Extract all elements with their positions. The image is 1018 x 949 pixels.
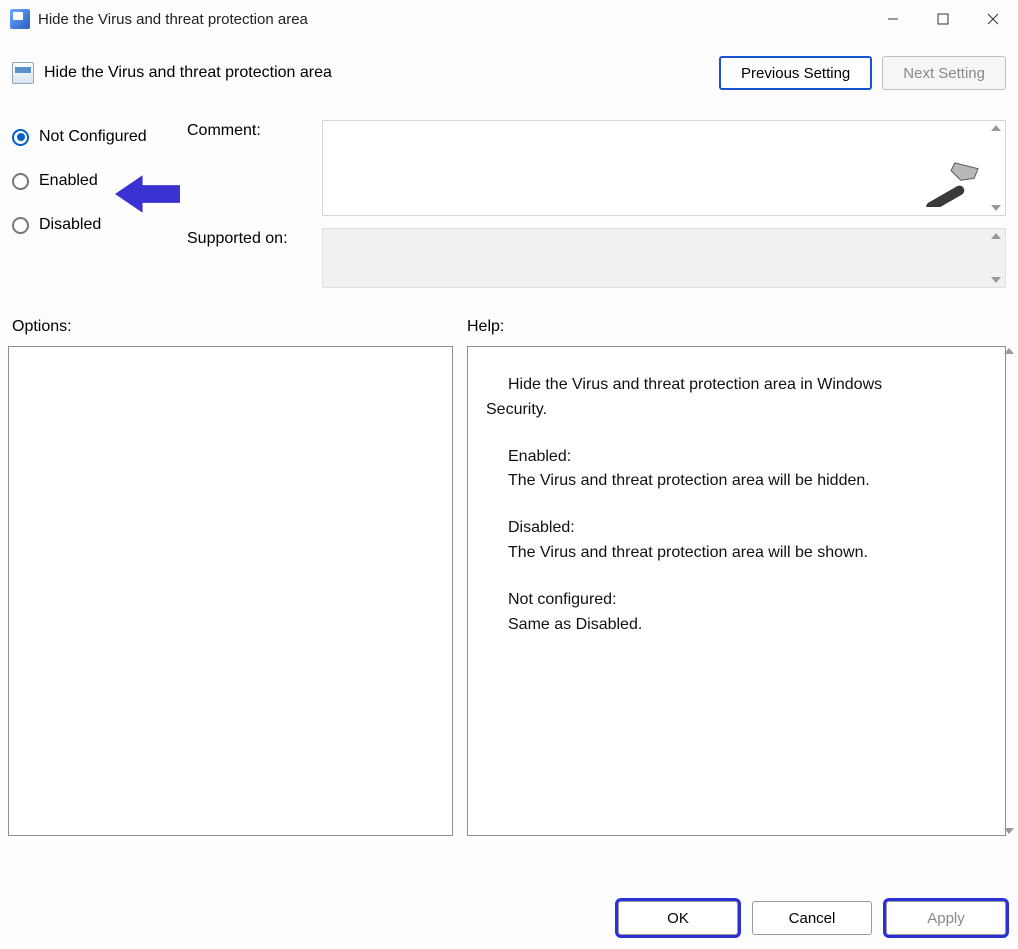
panels-row: Hide the Virus and threat protection are… [0, 342, 1018, 887]
comment-label: Comment: [187, 120, 322, 140]
scroll-up-icon [991, 125, 1001, 131]
help-text: Same as Disabled. [486, 613, 977, 638]
help-scrollbar[interactable] [1000, 346, 1018, 836]
help-text: The Virus and threat protection area wil… [486, 469, 977, 494]
hammer-icon [922, 159, 980, 209]
setting-icon [12, 62, 34, 84]
help-enabled: Enabled: The Virus and threat protection… [486, 445, 977, 495]
state-radio-group: Not Configured Enabled Disabled [12, 120, 187, 300]
policy-icon [10, 9, 30, 29]
help-text: Disabled: [486, 516, 977, 541]
radio-dot-icon [12, 173, 29, 190]
help-text: The Virus and threat protection area wil… [486, 541, 977, 566]
scroll-down-icon [991, 277, 1001, 283]
next-setting-button[interactable]: Next Setting [882, 56, 1006, 90]
help-text: Hide the Virus and threat protection are… [486, 373, 977, 398]
supported-on-box [322, 228, 1006, 288]
options-label: Options: [12, 318, 467, 336]
radio-dot-icon [12, 129, 29, 146]
radio-label: Enabled [39, 172, 98, 190]
maximize-button[interactable] [918, 0, 968, 38]
content-area: Hide the Virus and threat protection are… [0, 38, 1018, 949]
comment-scroll[interactable] [987, 121, 1005, 215]
supported-scroll[interactable] [987, 229, 1005, 287]
previous-setting-button[interactable]: Previous Setting [719, 56, 872, 90]
help-text: Enabled: [486, 445, 977, 470]
help-text: Security. [486, 401, 547, 418]
apply-button[interactable]: Apply [886, 901, 1006, 935]
help-text: Not configured: [486, 588, 977, 613]
supported-label: Supported on: [187, 228, 322, 248]
scroll-up-icon [1004, 348, 1014, 354]
help-intro: Hide the Virus and threat protection are… [486, 373, 977, 423]
panel-labels: Options: Help: [0, 300, 1018, 342]
close-button[interactable] [968, 0, 1018, 38]
help-panel: Hide the Virus and threat protection are… [467, 346, 1006, 836]
supported-row: Supported on: [187, 228, 1006, 288]
header-row: Hide the Virus and threat protection are… [0, 38, 1018, 98]
window-title: Hide the Virus and threat protection are… [38, 11, 308, 28]
scroll-up-icon [991, 233, 1001, 239]
scroll-down-icon [991, 205, 1001, 211]
help-notconfigured: Not configured: Same as Disabled. [486, 588, 977, 638]
policy-editor-window: Hide the Virus and threat protection are… [0, 0, 1018, 949]
radio-enabled[interactable]: Enabled [12, 168, 187, 194]
radio-not-configured[interactable]: Not Configured [12, 124, 187, 150]
radio-dot-icon [12, 217, 29, 234]
radio-label: Disabled [39, 216, 101, 234]
footer: OK Cancel Apply [0, 887, 1018, 949]
cancel-button[interactable]: Cancel [752, 901, 872, 935]
radio-label: Not Configured [39, 128, 147, 146]
setting-title: Hide the Virus and threat protection are… [44, 64, 332, 82]
minimize-button[interactable] [868, 0, 918, 38]
help-disabled: Disabled: The Virus and threat protectio… [486, 516, 977, 566]
fields: Comment: [187, 120, 1006, 300]
config-row: Not Configured Enabled Disabled Comment: [0, 98, 1018, 300]
help-label: Help: [467, 318, 1006, 336]
radio-disabled[interactable]: Disabled [12, 212, 187, 238]
scroll-down-icon [1004, 828, 1014, 834]
comment-input[interactable] [322, 120, 1006, 216]
comment-row: Comment: [187, 120, 1006, 216]
options-panel [8, 346, 453, 836]
titlebar: Hide the Virus and threat protection are… [0, 0, 1018, 38]
ok-button[interactable]: OK [618, 901, 738, 935]
